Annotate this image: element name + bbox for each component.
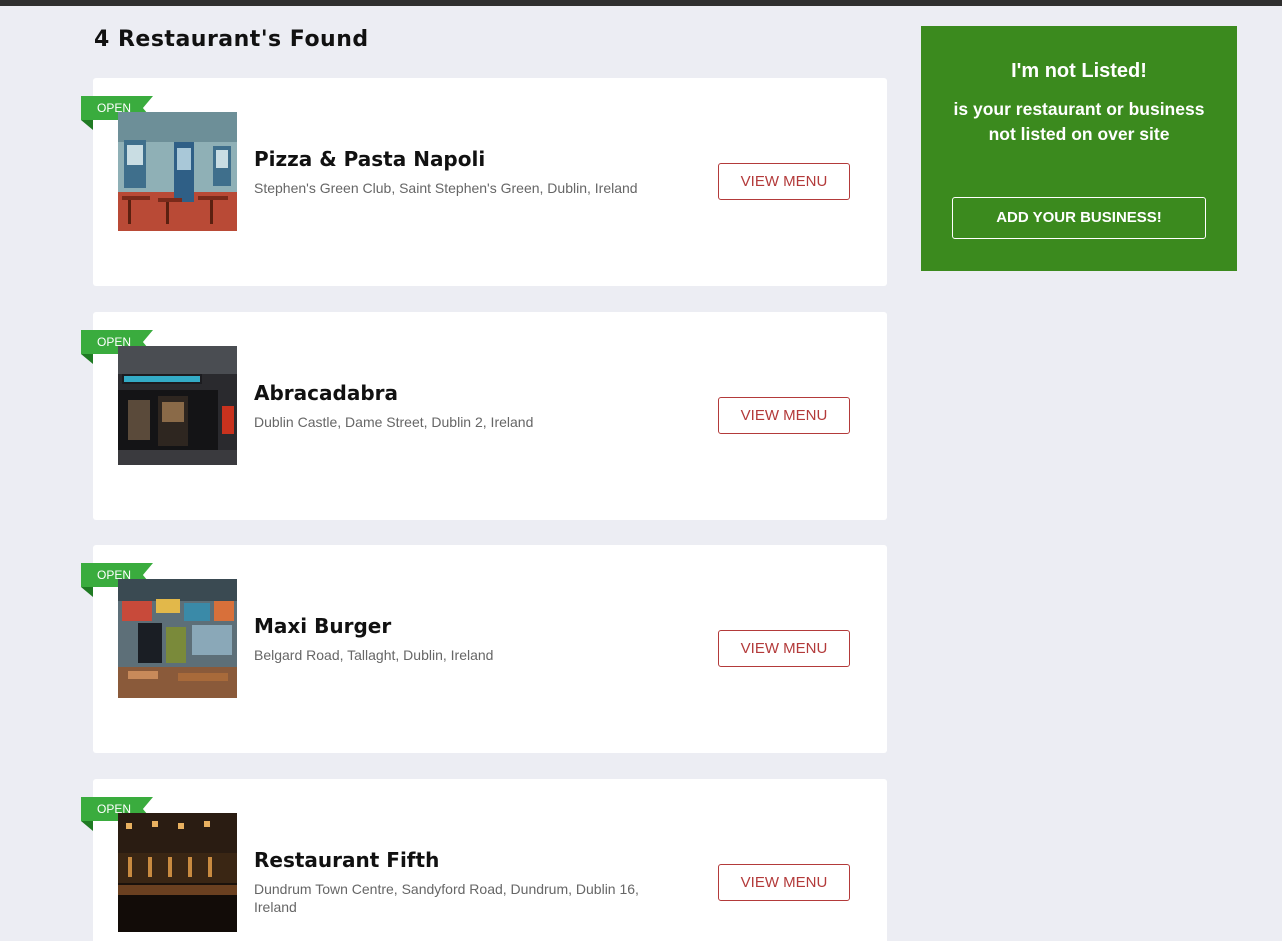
neon-bar-image[interactable] — [118, 346, 237, 465]
restaurant-name[interactable]: Restaurant Fifth — [254, 848, 439, 872]
restaurant-card: OPEN Restaurant Fifth Dundrum Town Centr… — [81, 779, 887, 941]
view-menu-button[interactable]: VIEW MENU — [718, 864, 850, 901]
ribbon-fold — [81, 120, 93, 130]
restaurant-card: OPEN Abracadabra Dublin Castle, Dame Str… — [81, 312, 887, 520]
restaurant-address: Dublin Castle, Dame Street, Dublin 2, Ir… — [254, 414, 534, 430]
restaurant-name[interactable]: Maxi Burger — [254, 614, 391, 638]
restaurant-address: Dundrum Town Centre, Sandyford Road, Dun… — [254, 881, 639, 915]
colorful-diner-image[interactable] — [118, 579, 237, 698]
view-menu-button[interactable]: VIEW MENU — [718, 163, 850, 200]
restaurant-address: Belgard Road, Tallaght, Dublin, Ireland — [254, 647, 494, 663]
street-cafe-image[interactable] — [118, 112, 237, 231]
restaurant-card: OPEN Maxi Burger Belgard Road, Tallaght,… — [81, 545, 887, 753]
promo-title: I'm not Listed! — [1011, 60, 1147, 82]
view-menu-button[interactable]: VIEW MENU — [718, 630, 850, 667]
results-count-title: 4 Restaurant's Found — [94, 27, 369, 52]
dark-bar-interior-image[interactable] — [118, 813, 237, 932]
restaurant-name[interactable]: Abracadabra — [254, 381, 398, 405]
view-menu-button[interactable]: VIEW MENU — [718, 397, 850, 434]
ribbon-fold — [81, 354, 93, 364]
add-business-button[interactable]: ADD YOUR BUSINESS! — [952, 197, 1206, 239]
not-listed-promo: I'm not Listed! is your restaurant or bu… — [921, 26, 1237, 271]
promo-text: is your restaurant or business not liste… — [953, 99, 1205, 144]
restaurant-card: OPEN Pizza & Pasta Napoli Stephen's Gree… — [81, 78, 887, 286]
restaurant-address: Stephen's Green Club, Saint Stephen's Gr… — [254, 180, 638, 196]
window-top-bar — [0, 0, 1282, 6]
ribbon-fold — [81, 587, 93, 597]
restaurant-name[interactable]: Pizza & Pasta Napoli — [254, 147, 485, 171]
ribbon-fold — [81, 821, 93, 831]
